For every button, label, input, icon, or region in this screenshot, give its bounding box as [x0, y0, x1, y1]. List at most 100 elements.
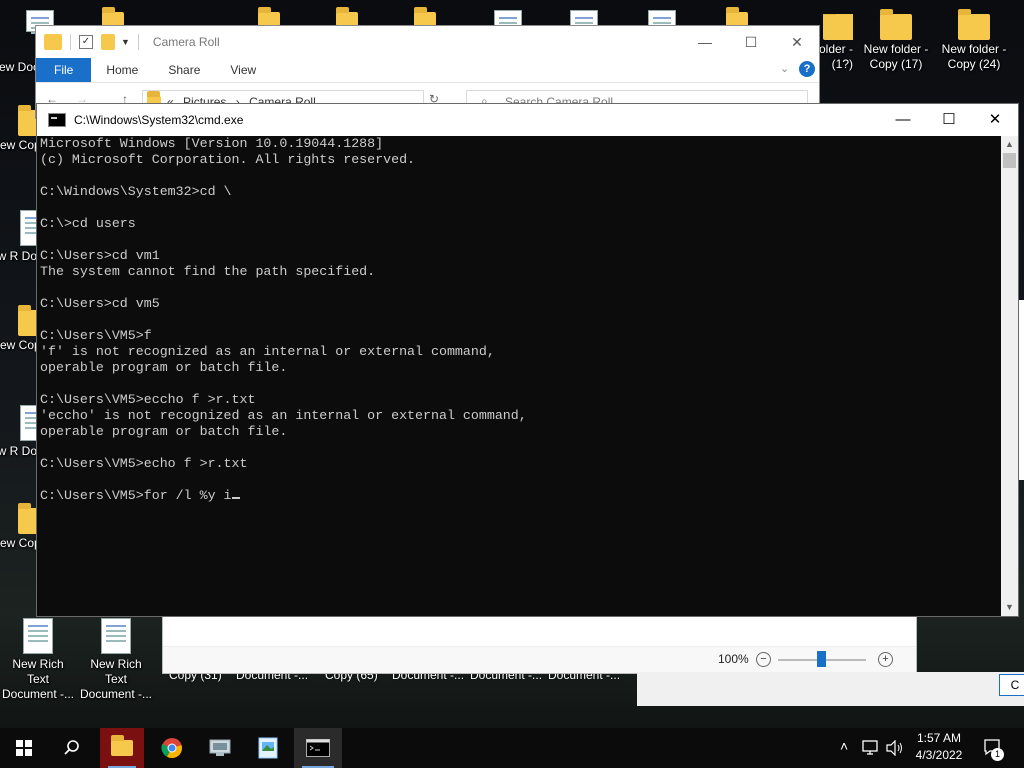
desktop-icon-rich-text-1[interactable]: New Rich Text Document -... [0, 618, 76, 702]
start-icon [16, 740, 32, 756]
vertical-scrollbar[interactable]: ▲ ▼ [1001, 136, 1018, 616]
explorer-statusbar: 100% − + [163, 646, 916, 673]
console-line: C:\Users\VM5>eccho f >r.txt [40, 392, 256, 407]
document-icon [20, 210, 36, 246]
desktop-icon-new-folder-copy-17[interactable]: New folder - Copy (17) [858, 9, 934, 72]
console-text: Microsoft Windows [Version 10.0.19044.12… [40, 136, 1000, 504]
tab-share[interactable]: Share [153, 58, 215, 82]
console-line: operable program or batch file. [40, 360, 288, 375]
console-line: 'f' is not recognized as an internal or … [40, 344, 495, 359]
console-input-line[interactable]: C:\Users\VM5>for /l %y i [40, 488, 232, 503]
console-history: Microsoft Windows [Version 10.0.19044.12… [40, 136, 527, 471]
scroll-up-icon[interactable]: ▲ [1001, 136, 1018, 153]
desktop-icon-label: New folder - Copy (24) [941, 42, 1007, 71]
console-line: C:\Users\VM5>echo f >r.txt [40, 456, 248, 471]
chevron-down-icon[interactable]: ▼ [121, 37, 130, 47]
desktop-icon-rich-text-2[interactable]: New Rich Text Document -... [78, 618, 154, 702]
desktop-icon[interactable]: New R Docu [0, 210, 36, 264]
taskbar-cmd[interactable] [294, 728, 342, 768]
background-dialog: C [637, 672, 1024, 706]
console-line: C:\Windows\System32>cd \ [40, 184, 232, 199]
search-button[interactable] [48, 728, 96, 768]
console-line: Microsoft Windows [Version 10.0.19044.12… [40, 136, 384, 151]
close-button[interactable]: ✕ [774, 26, 820, 58]
ribbon-tabs: File Home Share View ⌄ ? [36, 58, 819, 83]
taskbar-file-explorer[interactable] [100, 728, 144, 768]
desktop-icon[interactable]: New Docu [0, 60, 36, 75]
desktop-icon-partial-label: folder - (1?) [815, 42, 853, 71]
console-line: C:\Users\VM5>f [40, 328, 152, 343]
close-button[interactable]: ✕ [972, 104, 1018, 136]
taskbar-chrome[interactable] [148, 728, 196, 768]
new-folder-icon[interactable] [101, 34, 115, 50]
cmd-icon [306, 739, 330, 757]
chevron-up-icon[interactable]: ˄ [840, 738, 848, 754]
explorer-content-area: 100% − + [162, 612, 917, 674]
cmd-titlebar: C:\Windows\System32\cmd.exe — ☐ ✕ [37, 104, 1018, 136]
minimize-button[interactable]: — [682, 26, 728, 58]
desktop-icon[interactable]: New Cop [0, 105, 36, 153]
tab-file[interactable]: File [36, 58, 92, 82]
chrome-icon [161, 738, 182, 759]
console-line: C:\Users>cd vm1 [40, 248, 160, 263]
volume-icon[interactable] [886, 740, 904, 756]
taskbar: ˄ 1:57 AM 4/3/2022 1 [0, 728, 1024, 768]
folder-icon [18, 105, 36, 136]
start-button[interactable] [0, 728, 48, 768]
system-clock[interactable]: 1:57 AM 4/3/2022 [909, 730, 969, 764]
properties-icon[interactable]: ✓ [79, 35, 93, 49]
document-icon [23, 618, 53, 654]
console-line: (c) Microsoft Corporation. All rights re… [40, 152, 416, 167]
scroll-down-icon[interactable]: ▼ [1001, 599, 1018, 616]
notification-badge: 1 [991, 748, 1004, 761]
folder-icon [958, 9, 990, 40]
folder-icon [44, 34, 62, 50]
explorer-titlebar: ✓ ▼ Camera Roll — ☐ ✕ [36, 26, 819, 58]
image-app-icon [258, 737, 278, 759]
minimize-button[interactable]: — [880, 104, 926, 136]
maximize-button[interactable]: ☐ [728, 26, 774, 58]
console-line: operable program or batch file. [40, 424, 288, 439]
folder-icon [18, 503, 36, 534]
chevron-down-icon[interactable]: ⌄ [780, 62, 789, 75]
clock-date: 4/3/2022 [915, 748, 963, 762]
desktop-icon[interactable]: New Cop [0, 305, 36, 353]
folder-icon [880, 9, 912, 40]
document-icon [101, 618, 131, 654]
text-cursor [231, 497, 240, 499]
cmd-icon [48, 113, 66, 127]
scrollbar-thumb[interactable] [1003, 153, 1016, 168]
console-line: The system cannot find the path specifie… [40, 264, 376, 279]
tab-home[interactable]: Home [91, 58, 153, 82]
desktop-icon[interactable]: New Cop [0, 503, 36, 551]
desktop-icon-new-folder-copy-24[interactable]: New folder - Copy (24) [936, 9, 1012, 72]
document-icon [20, 405, 36, 441]
separator [137, 34, 139, 50]
zoom-out-button[interactable]: − [756, 652, 771, 667]
zoom-in-button[interactable]: + [878, 652, 893, 667]
zoom-level: 100% [718, 652, 749, 666]
console-line: C:\Users>cd vm5 [40, 296, 160, 311]
zoom-slider-thumb[interactable] [817, 651, 826, 667]
file-explorer-icon [111, 735, 133, 756]
app-icon [209, 739, 231, 756]
search-icon [64, 740, 79, 755]
tab-view[interactable]: View [215, 58, 271, 82]
desktop-icon-label: New folder - Copy (17) [863, 42, 929, 71]
taskbar-app[interactable] [196, 728, 244, 768]
separator [70, 34, 71, 50]
dialog-button[interactable]: C [999, 674, 1024, 696]
console-output[interactable]: Microsoft Windows [Version 10.0.19044.12… [40, 136, 1000, 614]
taskbar-image-app[interactable] [244, 728, 292, 768]
desktop-left-column: New Docu New Cop New R Docu New Cop New … [0, 60, 36, 600]
folder-icon [18, 305, 36, 336]
maximize-button[interactable]: ☐ [926, 104, 972, 136]
clock-time: 1:57 AM [916, 731, 962, 745]
help-icon[interactable]: ? [799, 61, 815, 77]
console-line: C:\>cd users [40, 216, 136, 231]
cmd-window: C:\Windows\System32\cmd.exe — ☐ ✕ Micros… [36, 103, 1019, 617]
network-icon[interactable] [862, 740, 880, 756]
window-title: Camera Roll [152, 35, 220, 49]
desktop-icon[interactable]: New R Docu [0, 405, 36, 459]
console-line: 'eccho' is not recognized as an internal… [40, 408, 527, 423]
